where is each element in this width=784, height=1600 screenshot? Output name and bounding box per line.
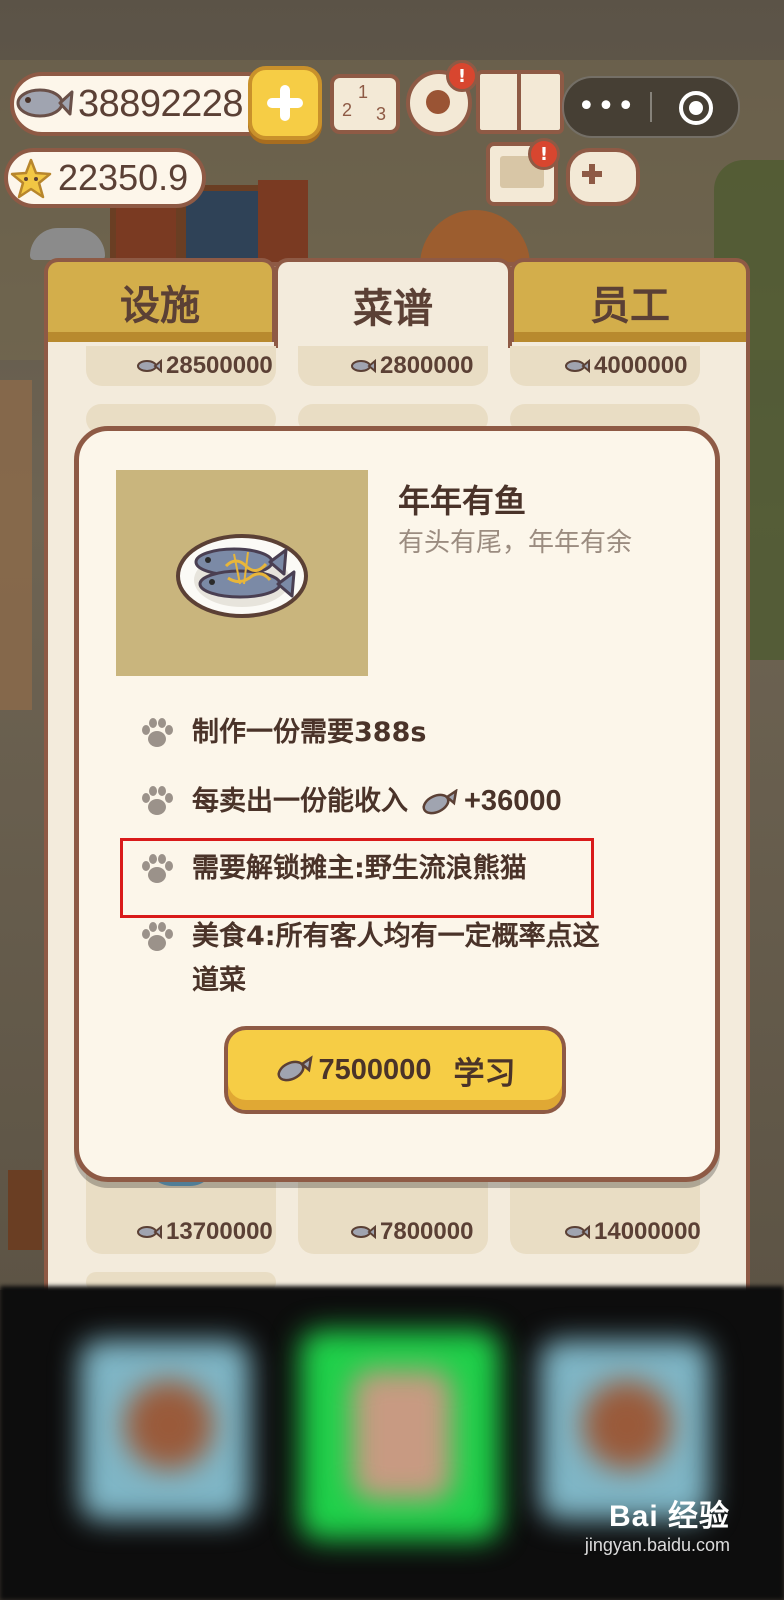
tab-staff[interactable]: 员工 [510, 258, 750, 342]
close-miniprogram-button[interactable] [652, 78, 738, 136]
rank-digit-1: 1 [358, 82, 369, 102]
blurred-tile [124, 1380, 214, 1470]
star-value: 22350.9 [58, 157, 189, 198]
fish-coin-icon [16, 88, 74, 118]
info-row-text: 美食4:所有客人均有一定概率点这道菜 [192, 921, 600, 996]
info-row-text: 每卖出一份能收入 [192, 786, 408, 817]
star-icon [10, 158, 52, 199]
info-row-income: 每卖出一份能收入 +36000 [140, 784, 562, 824]
watermark-logo: Bai 经验 [608, 1500, 730, 1533]
fish-coin-icon [565, 1224, 590, 1240]
notice-alert-badge: ! [528, 138, 560, 170]
info-row-text: 需要解锁摊主:野生流浪熊猫 [192, 853, 527, 884]
info-row-buff: 美食4:所有客人均有一定概率点这道菜 [140, 920, 610, 1003]
tab-facilities[interactable]: 设施 [44, 258, 276, 342]
fish-coin-icon [422, 788, 458, 814]
info-row-text: 制作一份需要388s [192, 717, 427, 748]
more-options-button[interactable]: ••• [564, 78, 650, 136]
fish-coin-icon [565, 358, 590, 374]
star-counter: 22350.9 [4, 148, 206, 208]
learn-recipe-button[interactable]: 7500000 学习 [224, 1026, 566, 1114]
side-table [8, 1170, 42, 1250]
wooden-pole [0, 380, 32, 710]
recipe-price: 14000000 [564, 1218, 701, 1246]
paw-icon [142, 922, 173, 951]
info-row-unlock: 需要解锁摊主:野生流浪熊猫 [140, 852, 527, 891]
baidu-watermark: Bai 经验 jingyan.baidu.com [585, 1491, 730, 1556]
ranking-button[interactable]: 2 1 3 [330, 74, 400, 134]
fish-coin-icon [137, 358, 162, 374]
paw-icon [142, 718, 173, 747]
tab-recipes[interactable]: 菜谱 [274, 258, 512, 348]
settings-alert-badge: ! [446, 60, 478, 92]
fish-coin-icon [277, 1055, 313, 1082]
blurred-tile [352, 1370, 452, 1500]
add-coins-button[interactable] [248, 66, 322, 140]
gamepad-icon[interactable] [566, 148, 640, 206]
fish-coin-icon [351, 358, 376, 374]
fish-dish-icon [176, 534, 308, 618]
shop-lamp [30, 228, 105, 260]
fish-coin-icon [137, 1224, 162, 1240]
dish-description: 有头有尾，年年有余 [398, 528, 633, 558]
dish-image-frame [116, 470, 368, 676]
recipe-price: 13700000 [136, 1218, 273, 1246]
learn-label: 学习 [453, 1055, 516, 1092]
learn-cost: 7500000 [318, 1053, 432, 1086]
fish-coin-icon [351, 1224, 376, 1240]
recipe-price: 28500000 [136, 352, 273, 380]
recipe-price: 4000000 [564, 352, 687, 380]
watermark-url: jingyan.baidu.com [584, 1535, 730, 1555]
rank-digit-3: 3 [376, 104, 387, 124]
fish-coin-counter: 38892228 [10, 72, 280, 136]
info-row-cook-time: 制作一份需要388s [140, 716, 426, 755]
income-value: +36000 [464, 785, 562, 817]
recipe-price: 2800000 [350, 352, 473, 380]
recipe-book-icon[interactable] [476, 70, 564, 134]
rank-digit-2: 2 [342, 100, 353, 120]
dish-name: 年年有鱼 [398, 482, 527, 520]
recipe-price: 7800000 [350, 1218, 473, 1246]
fish-coin-value: 38892228 [78, 82, 244, 125]
miniprogram-capsule: ••• [562, 76, 740, 138]
blurred-tile [582, 1380, 672, 1470]
paw-icon [142, 786, 173, 815]
paw-icon [142, 854, 173, 883]
